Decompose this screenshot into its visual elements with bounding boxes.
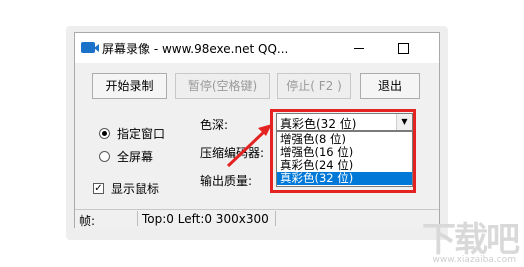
watermark-url: www.xiazaiba.com (432, 255, 516, 265)
watermark-logo: 下载吧 (422, 220, 520, 260)
